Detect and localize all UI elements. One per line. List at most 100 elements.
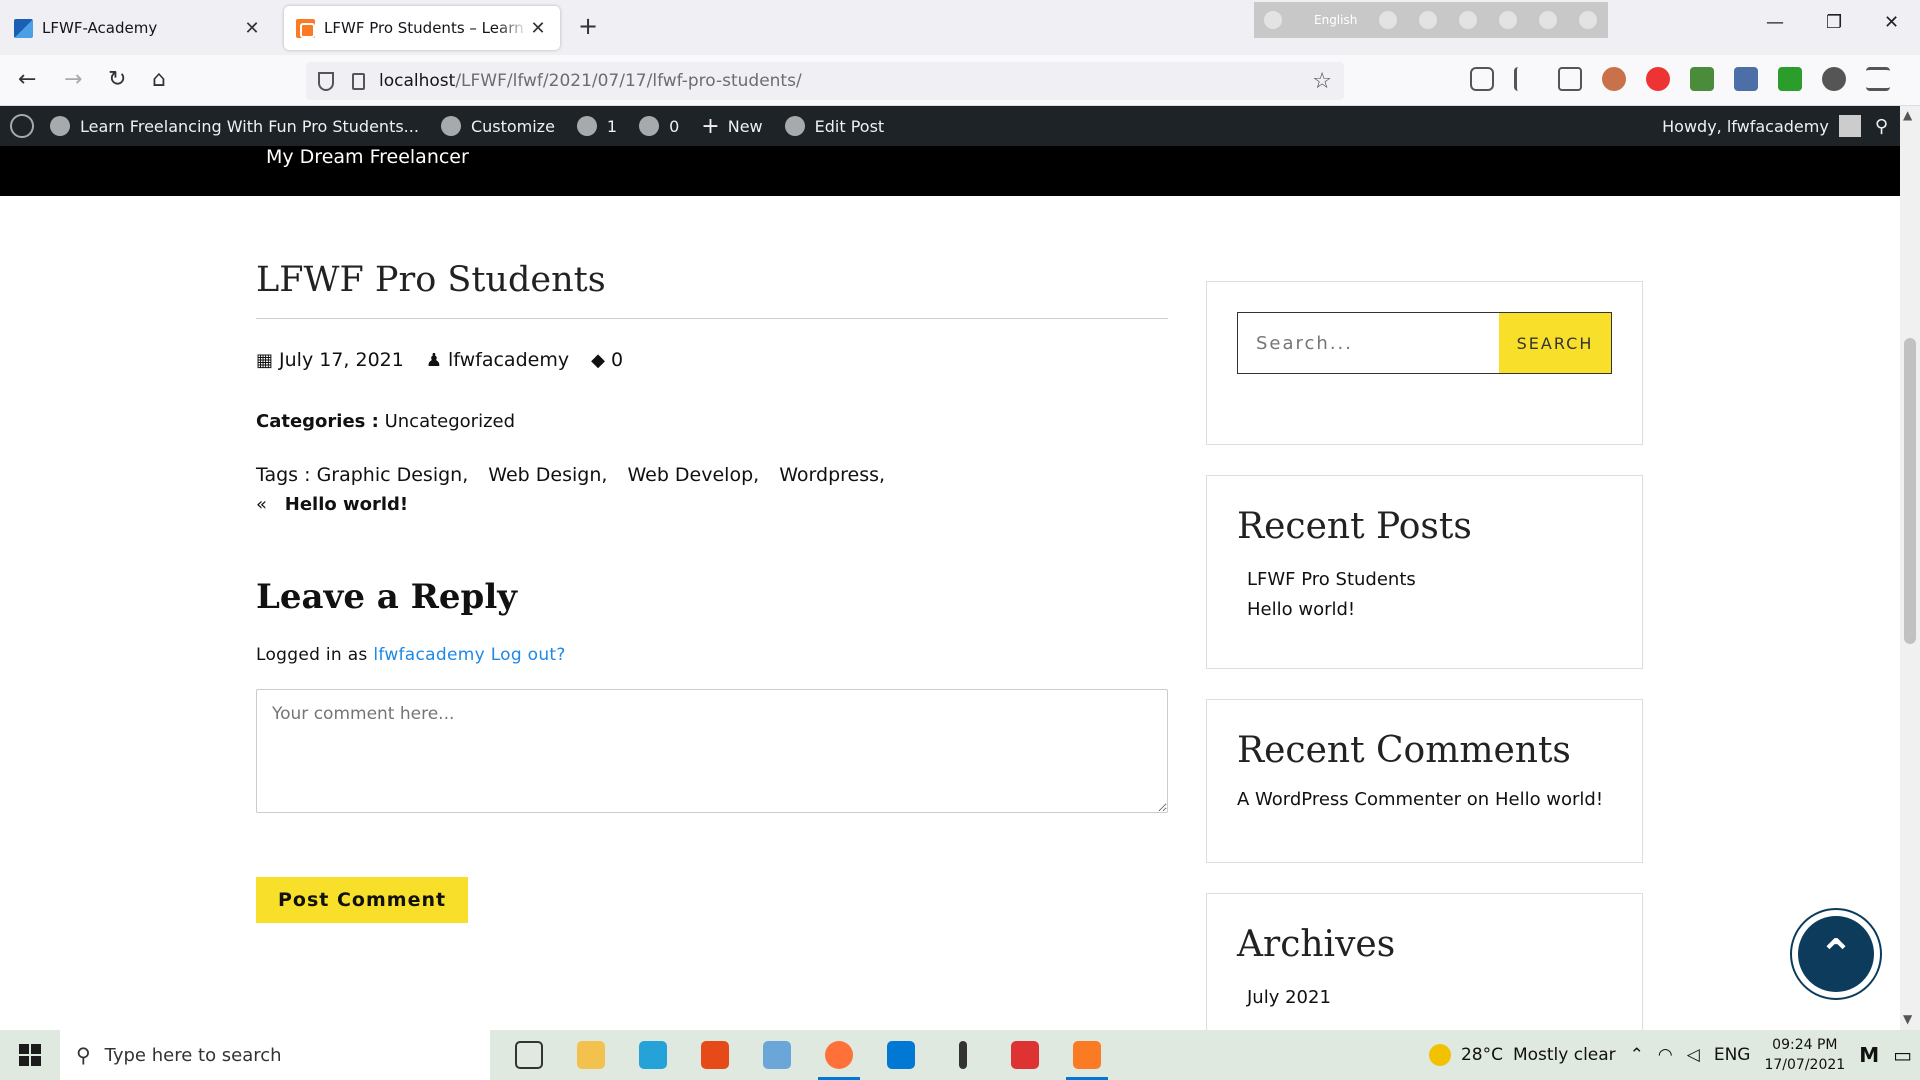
extension-icon[interactable] [1379, 11, 1398, 29]
comment-post-link[interactable]: Hello world! [1495, 789, 1603, 810]
app-icon[interactable] [998, 1030, 1052, 1080]
admin-updates[interactable]: 1 [576, 116, 617, 136]
forward-icon[interactable]: → [64, 67, 82, 92]
clock-date: 17/07/2021 [1764, 1057, 1846, 1073]
page-scrollbar[interactable]: ▲ ▼ [1900, 106, 1920, 1031]
extension-icon[interactable] [1822, 67, 1846, 91]
gear-icon[interactable] [1459, 11, 1478, 29]
post-article: LFWF Pro Students ▦ July 17, 2021 ♟ lfwfac… [256, 260, 1168, 923]
extension-icon[interactable] [1690, 67, 1714, 91]
taskbar-search[interactable]: ⚲ Type here to search [60, 1030, 490, 1080]
close-tab-icon[interactable]: ✕ [242, 18, 262, 39]
page-info-icon[interactable] [352, 72, 365, 90]
computer-icon[interactable] [750, 1030, 804, 1080]
extension-icon[interactable] [1734, 67, 1758, 91]
url-bar[interactable]: localhost/LFWF/lfwf/2021/07/17/lfwf-pro-… [306, 62, 1344, 100]
download-icon[interactable] [1778, 67, 1802, 91]
prev-arrow: « [256, 494, 268, 515]
extension-toolbar: English [1254, 2, 1608, 38]
xampp-icon[interactable] [1060, 1030, 1114, 1080]
logout-link[interactable]: Log out? [491, 645, 566, 665]
post-meta: ▦ July 17, 2021 ♟ lfwfacademy ◆ 0 [256, 349, 1168, 371]
color-picker-icon[interactable] [936, 1030, 990, 1080]
comment-textarea[interactable] [256, 689, 1168, 813]
network-icon[interactable]: ◠ [1658, 1045, 1673, 1065]
scroll-up-icon[interactable]: ▲ [1903, 108, 1912, 122]
close-tab-icon[interactable]: ✕ [528, 18, 548, 39]
menu-icon[interactable] [1866, 67, 1890, 91]
scroll-thumb[interactable] [1904, 338, 1916, 644]
comment-author-link[interactable]: A WordPress Commenter [1237, 789, 1461, 810]
office-icon[interactable] [688, 1030, 742, 1080]
admin-comments[interactable]: 0 [639, 116, 679, 136]
whatsapp-icon[interactable] [626, 1030, 680, 1080]
category-link[interactable]: Uncategorized [385, 411, 515, 432]
recent-post-link[interactable]: Hello world! [1247, 595, 1612, 625]
admin-new[interactable]: + New [701, 114, 762, 139]
admin-site-name[interactable]: Learn Freelancing With Fun Pro Students.… [50, 116, 419, 136]
previous-post-link[interactable]: Hello world! [285, 494, 408, 515]
admin-edit-post[interactable]: Edit Post [784, 116, 884, 136]
tag-link[interactable]: Graphic Design, [317, 464, 469, 486]
post-author[interactable]: ♟ lfwfacademy [426, 349, 569, 371]
tab-lfwf-academy[interactable]: LFWF-Academy ✕ [2, 6, 274, 50]
tag-link[interactable]: Wordpress, [779, 464, 885, 486]
notifications-icon[interactable]: ▭ [1893, 1043, 1912, 1067]
post-comment-button[interactable]: Post Comment [256, 877, 469, 923]
tracking-shield-icon[interactable] [318, 71, 334, 91]
scroll-down-icon[interactable]: ▼ [1903, 1012, 1912, 1026]
search-icon[interactable]: ⚲ [1875, 116, 1888, 137]
admin-howdy[interactable]: Howdy, lfwfacademy [1662, 117, 1829, 136]
bookmark-star-icon[interactable]: ☆ [1312, 69, 1332, 94]
wordpress-logo-icon[interactable] [10, 114, 34, 138]
back-to-top-button[interactable]: ⌃ [1790, 908, 1882, 1000]
avatar[interactable] [1838, 115, 1861, 137]
firefox-icon[interactable] [812, 1030, 866, 1080]
search-button[interactable]: SEARCH [1499, 313, 1611, 373]
post-comments[interactable]: ◆ 0 [591, 349, 623, 371]
toolbar-icons [1470, 67, 1890, 91]
taskbar-apps [502, 1030, 1114, 1080]
wp-admin-bar: Learn Freelancing With Fun Pro Students.… [0, 106, 1900, 146]
comment-icon [639, 116, 660, 136]
admin-customize[interactable]: Customize [440, 116, 555, 136]
archives-list: July 2021 [1237, 983, 1612, 1013]
extension-icon[interactable] [1646, 67, 1670, 91]
minimize-icon[interactable]: — [1766, 12, 1784, 33]
file-explorer-icon[interactable] [564, 1030, 618, 1080]
extension-icon[interactable] [1419, 11, 1438, 29]
tab-lfwf-pro-students[interactable]: LFWF Pro Students – Learn Freelancing Wi… [284, 6, 560, 50]
input-language[interactable]: ENG [1714, 1045, 1751, 1065]
language-selector[interactable]: English [1314, 13, 1357, 27]
tag-link[interactable]: Web Design, [488, 464, 607, 486]
archives-title: Archives [1237, 924, 1396, 965]
sidebar-search-input[interactable] [1238, 313, 1499, 373]
vscode-icon[interactable] [874, 1030, 928, 1080]
help-icon[interactable] [1539, 11, 1558, 29]
back-icon[interactable]: ← [18, 67, 36, 92]
profile-icon[interactable] [1602, 67, 1626, 91]
extension-icon[interactable] [1264, 11, 1282, 29]
profile-link[interactable]: lfwfacademy [373, 645, 485, 665]
library-icon[interactable] [1514, 67, 1538, 91]
weather-widget[interactable]: 28°C Mostly clear [1428, 1044, 1616, 1066]
tag-link[interactable]: Web Develop, [627, 464, 759, 486]
ie-icon[interactable] [1499, 11, 1518, 29]
start-button[interactable] [0, 1030, 60, 1080]
sidebar-icon[interactable] [1558, 67, 1582, 91]
system-clock[interactable]: 09:24 PM 17/07/2021 [1764, 1035, 1845, 1075]
task-view-icon[interactable] [502, 1030, 556, 1080]
pocket-icon[interactable] [1470, 67, 1494, 91]
info-icon[interactable] [1579, 11, 1598, 29]
archive-link[interactable]: July 2021 [1247, 983, 1612, 1013]
post-date[interactable]: ▦ July 17, 2021 [256, 349, 404, 371]
volume-icon[interactable]: ◁ [1687, 1045, 1700, 1065]
new-tab-icon[interactable]: + [578, 12, 598, 40]
reload-icon[interactable]: ↻ [108, 67, 126, 92]
chevron-up-icon[interactable]: ⌃ [1630, 1045, 1644, 1065]
home-icon[interactable]: ⌂ [152, 67, 166, 92]
recent-post-link[interactable]: LFWF Pro Students [1247, 565, 1612, 595]
restore-icon[interactable]: ❐ [1826, 12, 1842, 33]
close-window-icon[interactable]: ✕ [1884, 12, 1899, 33]
app-logo-icon[interactable]: M [1859, 1043, 1879, 1067]
